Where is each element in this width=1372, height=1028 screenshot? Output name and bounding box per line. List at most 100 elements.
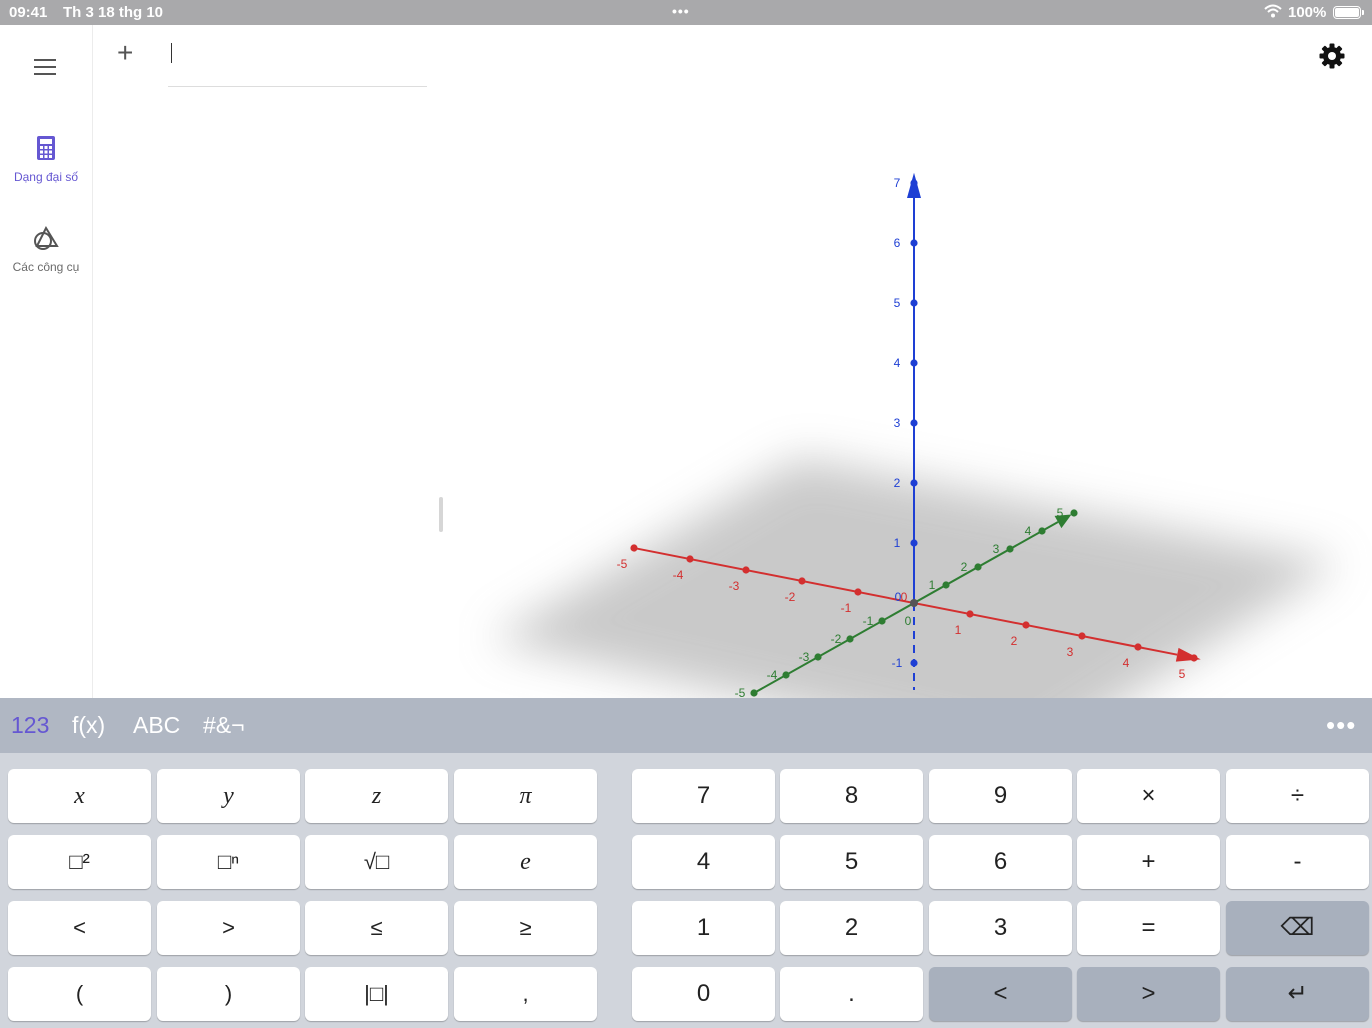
key-6[interactable]: 6: [929, 835, 1072, 889]
y-tick-dot: [782, 671, 790, 679]
x-tick-label: -5: [617, 557, 628, 571]
rail-item-tools-label: Các công cụ: [12, 260, 80, 274]
left-rail: Dạng đại số Các công cụ: [0, 25, 93, 698]
key-times[interactable]: ×: [1077, 769, 1220, 823]
status-date: Th 3 18 thg 10: [63, 4, 164, 21]
key-right-arrow[interactable]: >: [1077, 967, 1220, 1021]
graphics-3d-view[interactable]: -1 1 2 3 4 5 6 7 -5 -4 -3 -2 -1 1 2 3 4 5 -5 -4 -3 -2 -1 1 2 3 4 5 0…: [459, 25, 1372, 698]
x-tick-label: -2: [785, 590, 796, 604]
tab-fx[interactable]: f(x): [72, 712, 105, 739]
multitask-dots[interactable]: •••: [672, 3, 690, 19]
add-input-button[interactable]: +: [117, 39, 133, 67]
x-origin-label: 0: [901, 590, 908, 604]
key-comma[interactable]: ,: [454, 967, 597, 1021]
key-equals[interactable]: =: [1077, 901, 1220, 955]
rail-item-algebra-label: Dạng đại số: [13, 170, 79, 184]
key-greater-equal[interactable]: ≥: [454, 901, 597, 955]
y-tick-label: -4: [767, 668, 778, 682]
origin-point: [910, 599, 918, 607]
y-tick-label: 5: [1057, 506, 1064, 520]
key-sqrt[interactable]: √□: [305, 835, 448, 889]
key-enter[interactable]: ↵: [1226, 967, 1369, 1021]
key-abs[interactable]: |□|: [305, 967, 448, 1021]
y-tick-dot: [974, 563, 982, 571]
key-less-equal[interactable]: ≤: [305, 901, 448, 955]
shapes-icon: [34, 225, 59, 250]
x-tick-label: 3: [1067, 645, 1074, 659]
key-1[interactable]: 1: [632, 901, 775, 955]
key-7[interactable]: 7: [632, 769, 775, 823]
x-tick-dot: [742, 566, 750, 574]
x-tick-dot: [1134, 643, 1142, 651]
key-3[interactable]: 3: [929, 901, 1072, 955]
key-plus[interactable]: +: [1077, 835, 1220, 889]
battery-tip: [1362, 10, 1364, 15]
battery-percent: 100%: [1288, 4, 1327, 21]
key-close-paren[interactable]: ): [157, 967, 300, 1021]
y-tick-label: -1: [863, 614, 874, 628]
y-tick-label: -2: [831, 632, 842, 646]
more-icon[interactable]: •••: [1326, 710, 1356, 741]
y-tick-dot: [750, 689, 758, 697]
algebra-panel: +: [93, 25, 459, 698]
y-tick-dot: [1006, 545, 1014, 553]
key-e[interactable]: e: [454, 835, 597, 889]
key-y[interactable]: y: [157, 769, 300, 823]
z-tick-dot: [910, 479, 918, 487]
key-backspace[interactable]: ⌫: [1226, 901, 1369, 955]
key-divide[interactable]: ÷: [1226, 769, 1369, 823]
y-origin-label: 0: [905, 614, 912, 628]
key-5[interactable]: 5: [780, 835, 923, 889]
key-greater[interactable]: >: [157, 901, 300, 955]
key-x[interactable]: x: [8, 769, 151, 823]
z-tick-dot: [910, 359, 918, 367]
key-left-arrow[interactable]: <: [929, 967, 1072, 1021]
key-pi[interactable]: π: [454, 769, 597, 823]
y-tick-dot: [814, 653, 822, 661]
key-0[interactable]: 0: [632, 967, 775, 1021]
y-tick-label: 1: [929, 578, 936, 592]
x-tick-dot: [798, 577, 806, 585]
x-tick-dot: [630, 544, 638, 552]
rail-item-tools[interactable]: Các công cụ: [0, 225, 92, 274]
z-tick-dot: [910, 179, 918, 187]
key-minus[interactable]: -: [1226, 835, 1369, 889]
keyboard-tab-bar: 123 f(x) ABC #&¬ •••: [0, 698, 1372, 753]
key-8[interactable]: 8: [780, 769, 923, 823]
z-tick-label: 3: [894, 416, 901, 430]
x-tick-label: -3: [729, 579, 740, 593]
axes-3d-canvas[interactable]: -1 1 2 3 4 5 6 7 -5 -4 -3 -2 -1 1 2 3 4 5 -5 -4 -3 -2 -1 1 2 3 4 5 0…: [459, 25, 1372, 698]
key-9[interactable]: 9: [929, 769, 1072, 823]
y-tick-dot: [1038, 527, 1046, 535]
key-4[interactable]: 4: [632, 835, 775, 889]
gear-icon[interactable]: [1318, 42, 1346, 70]
algebra-input[interactable]: [168, 86, 427, 87]
y-tick-dot: [846, 635, 854, 643]
key-squared[interactable]: □²: [8, 835, 151, 889]
key-less[interactable]: <: [8, 901, 151, 955]
tab-abc[interactable]: ABC: [133, 712, 180, 739]
z-tick-label: 2: [894, 476, 901, 490]
y-tick-label: 4: [1025, 524, 1032, 538]
tab-123[interactable]: 123: [11, 712, 49, 739]
y-tick-label: 3: [993, 542, 1000, 556]
hamburger-icon[interactable]: [30, 53, 62, 81]
key-open-paren[interactable]: (: [8, 967, 151, 1021]
z-tick-dot: [910, 299, 918, 307]
x-tick-label: 5: [1179, 667, 1186, 681]
panel-resize-handle[interactable]: [439, 497, 443, 532]
rail-item-algebra[interactable]: Dạng đại số: [0, 135, 92, 184]
z-tick-label: 4: [894, 356, 901, 370]
x-tick-label: 4: [1123, 656, 1130, 670]
key-2[interactable]: 2: [780, 901, 923, 955]
x-tick-dot: [1022, 621, 1030, 629]
key-z[interactable]: z: [305, 769, 448, 823]
key-power[interactable]: □ⁿ: [157, 835, 300, 889]
x-tick-dot: [854, 588, 862, 596]
key-dot[interactable]: .: [780, 967, 923, 1021]
battery-icon: [1333, 6, 1361, 19]
tab-symbols[interactable]: #&¬: [203, 712, 245, 739]
status-time: 09:41: [9, 4, 48, 21]
y-tick-label: -5: [735, 686, 746, 698]
x-tick-label: -1: [841, 601, 852, 615]
